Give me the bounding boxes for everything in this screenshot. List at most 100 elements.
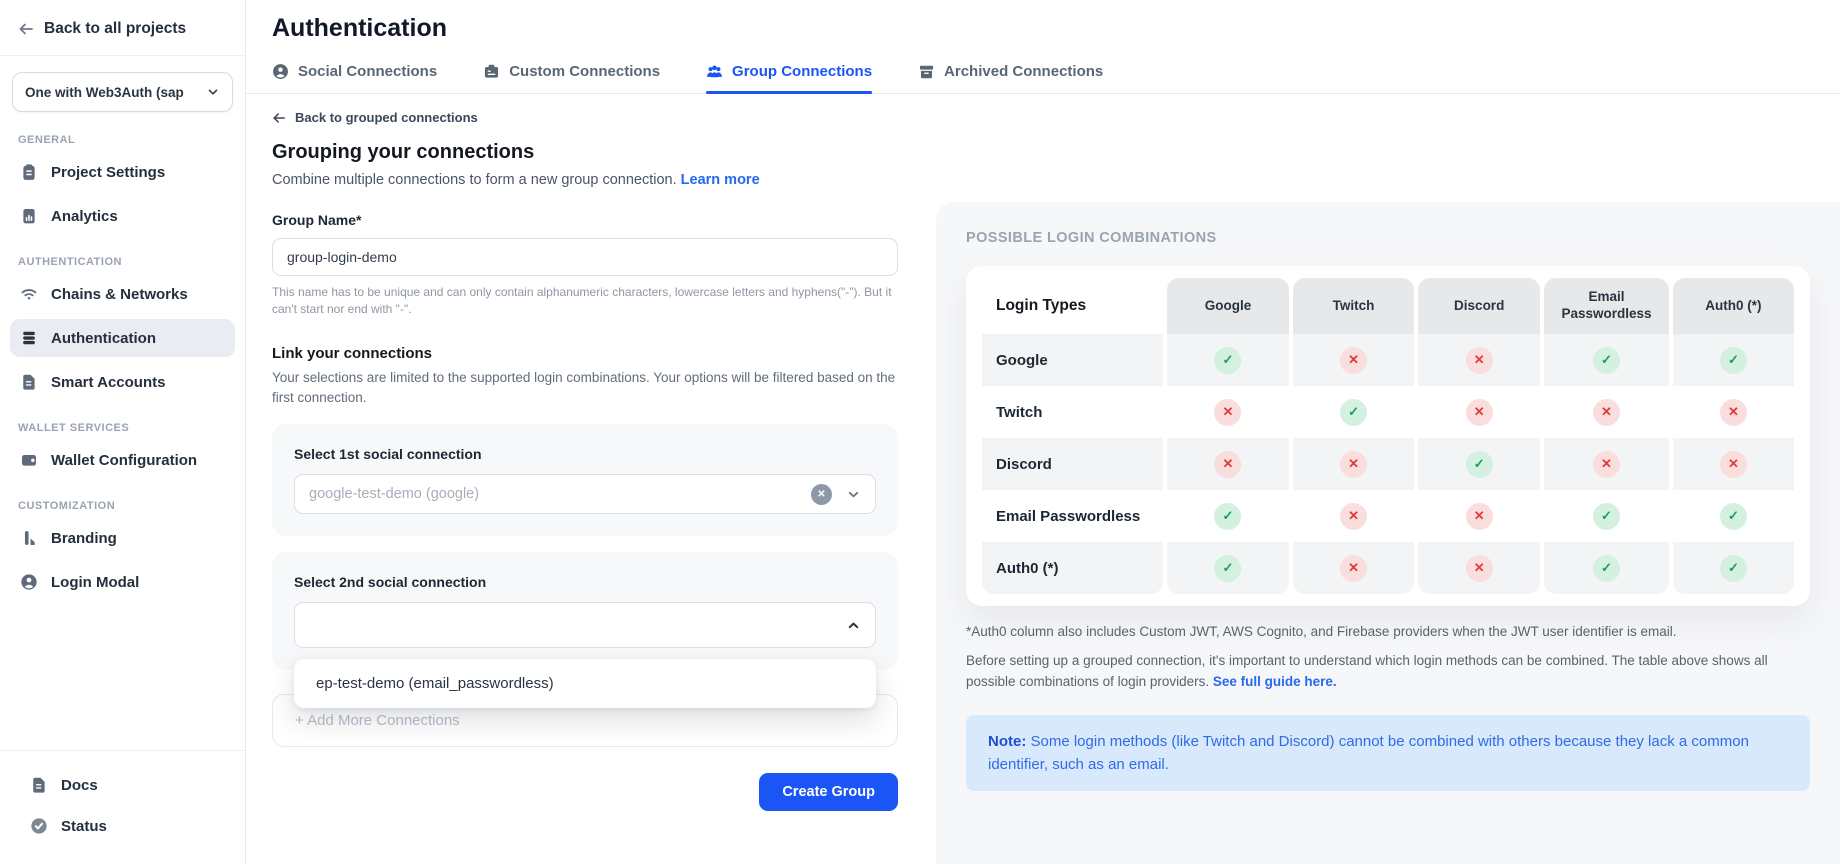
sidebar-item-authentication[interactable]: Authentication — [10, 319, 235, 357]
chevron-up-icon[interactable] — [846, 618, 861, 633]
wifi-icon — [20, 285, 38, 303]
file-icon — [20, 373, 38, 391]
custom-connections-icon — [483, 63, 500, 80]
row-label: Auth0 (*) — [982, 542, 1163, 594]
wallet-icon — [20, 451, 38, 469]
tab-label: Social Connections — [298, 63, 437, 80]
project-selector-value: One with Web3Auth (sap — [25, 85, 184, 100]
combo-cell: ✓ — [1418, 438, 1540, 490]
main-area: Authentication Social Connections Custom… — [246, 0, 1840, 864]
cross-icon: ✕ — [1214, 451, 1241, 478]
combo-cell: ✓ — [1673, 542, 1794, 594]
combo-cell: ✓ — [1544, 334, 1669, 386]
sidebar-section-customization: CUSTOMIZATION — [18, 500, 227, 512]
cross-icon: ✕ — [1340, 451, 1367, 478]
docs-icon — [30, 776, 48, 794]
database-stack-icon — [20, 329, 38, 347]
project-selector[interactable]: One with Web3Auth (sap — [12, 72, 233, 112]
clear-selection-icon[interactable]: ✕ — [811, 484, 832, 505]
first-connection-label: Select 1st social connection — [294, 446, 876, 462]
sidebar-section-general: GENERAL — [18, 134, 227, 146]
check-icon: ✓ — [1214, 555, 1241, 582]
sidebar-item-branding[interactable]: Branding — [10, 519, 235, 557]
content-row: Back to grouped connections Grouping you… — [246, 94, 1840, 864]
sidebar-item-wallet-configuration[interactable]: Wallet Configuration — [10, 441, 235, 479]
check-icon: ✓ — [1720, 555, 1747, 582]
combo-cell: ✕ — [1544, 438, 1669, 490]
first-connection-select[interactable]: google-test-demo (google) ✕ — [294, 474, 876, 514]
group-name-label: Group Name* — [272, 212, 898, 228]
combo-cell: ✓ — [1544, 490, 1669, 542]
column-header-auth0: Auth0 (*) — [1673, 278, 1794, 334]
first-connection-value: google-test-demo (google) — [309, 486, 479, 502]
sidebar-item-label: Analytics — [51, 208, 118, 225]
sidebar-item-smart-accounts[interactable]: Smart Accounts — [10, 363, 235, 401]
combo-cell: ✕ — [1418, 386, 1540, 438]
cross-icon: ✕ — [1214, 399, 1241, 426]
tab-archived-connections[interactable]: Archived Connections — [918, 63, 1103, 93]
cross-icon: ✕ — [1466, 347, 1493, 374]
tab-label: Archived Connections — [944, 63, 1103, 80]
table-corner-header: Login Types — [982, 278, 1163, 334]
guide-link[interactable]: See full guide here. — [1213, 674, 1337, 689]
back-to-projects-link[interactable]: Back to all projects — [0, 0, 245, 56]
combinations-title: POSSIBLE LOGIN COMBINATIONS — [966, 230, 1810, 246]
group-name-helper: This name has to be unique and can only … — [272, 284, 898, 319]
sidebar-item-label: Chains & Networks — [51, 286, 188, 303]
group-connection-form: Back to grouped connections Grouping you… — [246, 94, 920, 864]
cross-icon: ✕ — [1466, 503, 1493, 530]
combo-cell: ✕ — [1673, 386, 1794, 438]
cross-icon: ✕ — [1466, 399, 1493, 426]
sidebar-item-project-settings[interactable]: Project Settings — [10, 153, 235, 191]
group-connections-icon — [706, 63, 723, 80]
link-connections-description: Your selections are limited to the suppo… — [272, 368, 898, 409]
tab-social-connections[interactable]: Social Connections — [272, 63, 437, 93]
group-name-input[interactable] — [272, 238, 898, 276]
row-label: Discord — [982, 438, 1163, 490]
second-connection-label: Select 2nd social connection — [294, 574, 876, 590]
sidebar-item-label: Branding — [51, 530, 117, 547]
check-icon: ✓ — [1720, 347, 1747, 374]
combo-cell: ✕ — [1418, 334, 1540, 386]
social-connections-icon — [272, 63, 289, 80]
create-group-button[interactable]: Create Group — [759, 773, 898, 811]
check-icon: ✓ — [1214, 503, 1241, 530]
form-heading: Grouping your connections — [272, 141, 898, 164]
sidebar-item-chains-networks[interactable]: Chains & Networks — [10, 275, 235, 313]
cross-icon: ✕ — [1466, 555, 1493, 582]
arrow-left-icon — [272, 111, 286, 125]
column-header-email-passwordless: Email Passwordless — [1544, 278, 1669, 334]
table-row: Google ✓ ✕ ✕ ✓ ✓ — [982, 334, 1794, 386]
back-link-label: Back to grouped connections — [295, 110, 478, 125]
learn-more-link[interactable]: Learn more — [681, 172, 760, 188]
sidebar-item-docs[interactable]: Docs — [20, 766, 225, 804]
auth0-footnote: *Auth0 column also includes Custom JWT, … — [966, 624, 1810, 639]
table-row: Twitch ✕ ✓ ✕ ✕ ✕ — [982, 386, 1794, 438]
combo-cell: ✕ — [1293, 490, 1414, 542]
column-header-google: Google — [1167, 278, 1289, 334]
back-to-grouped-connections-link[interactable]: Back to grouped connections — [272, 110, 898, 125]
sidebar-item-label: Smart Accounts — [51, 374, 165, 391]
check-icon: ✓ — [1340, 399, 1367, 426]
dropdown-option-ep-test-demo[interactable]: ep-test-demo (email_passwordless) — [294, 659, 876, 708]
column-header-twitch: Twitch — [1293, 278, 1414, 334]
right-column: POSSIBLE LOGIN COMBINATIONS Login Types … — [920, 94, 1840, 864]
cross-icon: ✕ — [1720, 451, 1747, 478]
combinations-table-card: Login Types Google Twitch Discord Email … — [966, 266, 1810, 606]
back-to-projects-label: Back to all projects — [44, 20, 186, 38]
check-icon: ✓ — [1466, 451, 1493, 478]
tab-custom-connections[interactable]: Custom Connections — [483, 63, 660, 93]
archived-connections-icon — [918, 63, 935, 80]
note-text: Some login methods (like Twitch and Disc… — [988, 733, 1749, 773]
tab-group-connections[interactable]: Group Connections — [706, 63, 872, 93]
sidebar: Back to all projects One with Web3Auth (… — [0, 0, 246, 864]
second-connection-select[interactable] — [294, 602, 876, 648]
chevron-down-icon[interactable] — [846, 487, 861, 502]
check-icon: ✓ — [1593, 503, 1620, 530]
sidebar-item-analytics[interactable]: Analytics — [10, 197, 235, 235]
sidebar-item-login-modal[interactable]: Login Modal — [10, 563, 235, 601]
tab-label: Group Connections — [732, 63, 872, 80]
check-icon: ✓ — [1720, 503, 1747, 530]
table-row: Email Passwordless ✓ ✕ ✕ ✓ ✓ — [982, 490, 1794, 542]
sidebar-item-status[interactable]: Status — [20, 807, 225, 845]
